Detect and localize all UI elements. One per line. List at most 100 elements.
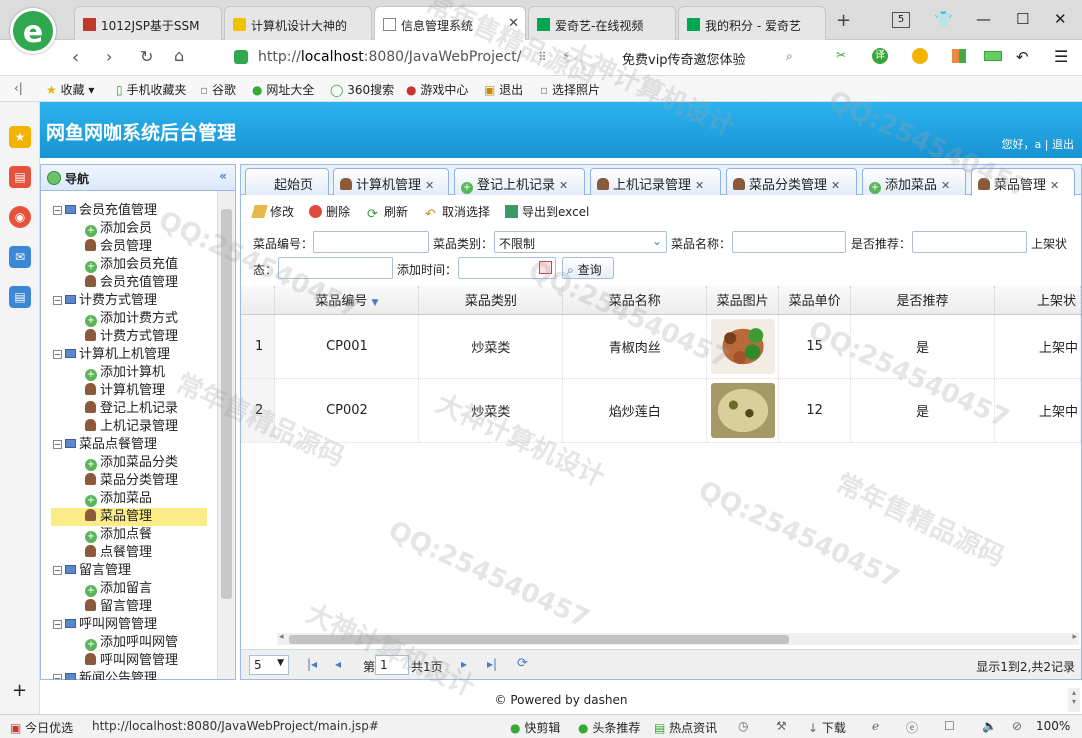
home-icon[interactable]: ⌂ xyxy=(174,46,184,65)
query-button[interactable]: ⌕ 查询 xyxy=(562,257,614,279)
recommend-input[interactable] xyxy=(912,231,1027,253)
browser-tab-5[interactable]: 我的积分 - 爱奇艺 xyxy=(678,6,826,40)
nav-item[interactable]: 计算机管理 xyxy=(51,382,207,400)
collapse-toggle-icon[interactable]: − xyxy=(53,620,62,629)
undo-icon[interactable]: ↶ xyxy=(1016,48,1029,66)
first-page-icon[interactable]: |◂ xyxy=(307,657,317,671)
back-icon[interactable]: ‹ xyxy=(72,47,79,68)
collapse-toggle-icon[interactable]: − xyxy=(53,440,62,449)
new-tab-icon[interactable]: + xyxy=(836,10,851,31)
dish-no-input[interactable] xyxy=(313,231,429,253)
close-tab-icon[interactable]: ✕ xyxy=(508,16,519,31)
close-tab-icon[interactable]: ✕ xyxy=(695,179,704,192)
add-icon[interactable]: + xyxy=(12,680,27,701)
scroll-right-icon[interactable]: ▸ xyxy=(1072,632,1077,642)
battery-icon[interactable] xyxy=(984,51,1002,61)
nav-item[interactable]: 点餐管理 xyxy=(51,544,207,562)
unselect-button[interactable]: ↶ 取消选择 xyxy=(425,203,490,221)
dish-type-select[interactable]: 不限制 ⌄ xyxy=(494,231,667,253)
menu-icon[interactable]: ☰ xyxy=(1054,47,1068,66)
prev-page-icon[interactable]: ◂ xyxy=(335,657,341,671)
mail-icon[interactable]: ✉ xyxy=(9,246,31,268)
bookmark-google[interactable]: ▫ 谷歌 xyxy=(200,81,236,98)
delete-button[interactable]: 删除 xyxy=(309,203,350,220)
nav-group[interactable]: − 计算机上机管理 xyxy=(53,346,170,364)
status-item-headlines[interactable]: ● 头条推荐 xyxy=(578,719,640,736)
collapse-toggle-icon[interactable]: − xyxy=(53,206,62,215)
reload-icon[interactable]: ↻ xyxy=(140,47,153,66)
nav-item[interactable]: 登记上机记录 xyxy=(51,400,207,418)
column-header[interactable]: 菜品单价 xyxy=(778,286,852,315)
close-tab-icon[interactable]: ✕ xyxy=(1050,179,1059,192)
tab-count-badge[interactable]: 5 xyxy=(892,12,910,28)
bookmark-favorites[interactable]: ★ 收藏 ▾ xyxy=(46,81,94,98)
edit-button[interactable]: 修改 xyxy=(251,203,294,220)
nav-item[interactable]: 菜品分类管理 xyxy=(51,472,207,490)
last-page-icon[interactable]: ▸| xyxy=(487,657,497,671)
translate-icon[interactable]: 译 xyxy=(872,48,888,64)
maximize-icon[interactable]: ☐ xyxy=(1016,10,1029,28)
bookmark-mobile[interactable]: ▯ 手机收藏夹 xyxy=(116,81,186,98)
browser-tab-2[interactable]: 计算机设计大神的 xyxy=(224,6,372,40)
tab-computer-manage[interactable]: 计算机管理 ✕ xyxy=(333,168,449,195)
collapse-toggle-icon[interactable]: − xyxy=(53,674,62,680)
tab-record-manage[interactable]: 上机记录管理 ✕ xyxy=(590,168,721,195)
nav-group[interactable]: − 留言管理 xyxy=(53,562,131,580)
next-page-icon[interactable]: ▸ xyxy=(461,657,467,671)
nav-scrollbar[interactable] xyxy=(217,191,235,679)
nav-item[interactable]: 留言管理 xyxy=(51,598,207,616)
minimize-icon[interactable]: — xyxy=(976,10,991,28)
nav-item[interactable]: 会员充值管理 xyxy=(51,274,207,292)
tab-register-record[interactable]: + 登记上机记录 ✕ xyxy=(454,168,585,195)
horizontal-scroll-thumb[interactable] xyxy=(289,635,789,644)
nav-item[interactable]: + 添加会员充值 xyxy=(51,256,207,274)
tab-dish-manage[interactable]: 菜品管理 ✕ xyxy=(971,168,1075,196)
status-input[interactable] xyxy=(278,257,393,279)
status-item-clip[interactable]: ● 快剪辑 xyxy=(510,719,560,736)
close-tab-icon[interactable]: ✕ xyxy=(425,179,434,192)
nav-scroll-thumb[interactable] xyxy=(221,209,232,599)
news-icon[interactable]: ▤ xyxy=(9,166,31,188)
column-header[interactable]: 是否推荐 xyxy=(850,286,995,315)
bookmark-360[interactable]: ◯ 360搜索 xyxy=(330,81,394,98)
refresh-button[interactable]: ⟳ 刷新 xyxy=(367,203,408,221)
lightning-icon[interactable]: ⚡ xyxy=(562,49,570,63)
status-item-download[interactable]: ↓ 下载 xyxy=(808,719,846,736)
footer-scrollbar[interactable]: ▴ ▾ xyxy=(1068,688,1080,712)
bookmark-games[interactable]: ● 游戏中心 xyxy=(406,81,468,98)
window-icon[interactable]: ☐ xyxy=(944,719,955,733)
tab-dish-category-manage[interactable]: 菜品分类管理 ✕ xyxy=(726,168,857,195)
browser-icon[interactable]: ⓔ xyxy=(906,719,918,736)
bookmark-photos[interactable]: ▫ 选择照片 xyxy=(540,81,600,98)
status-item-hot[interactable]: ▤ 热点资讯 xyxy=(654,719,717,736)
coin-icon[interactable] xyxy=(912,48,928,64)
table-row[interactable]: 2 CP002 炒菜类 焰炒莲白 12 是 上架中 xyxy=(241,378,1081,443)
nav-item[interactable]: 上机记录管理 xyxy=(51,418,207,436)
favorites-star-icon[interactable]: ★ xyxy=(9,126,31,148)
nav-item[interactable]: 会员管理 xyxy=(51,238,207,256)
nav-item[interactable]: + 添加菜品 xyxy=(51,490,207,508)
collapse-toggle-icon[interactable]: − xyxy=(53,296,62,305)
sidebar-toggle-icon[interactable]: ‹| xyxy=(14,81,23,95)
nav-group[interactable]: − 新闻公告管理 xyxy=(53,670,157,680)
forward-icon[interactable]: › xyxy=(106,47,112,66)
close-tab-icon[interactable]: ✕ xyxy=(831,179,840,192)
logout-link[interactable]: 退出 xyxy=(1052,138,1074,151)
promo-text[interactable]: 免费vip传奇邀您体验 xyxy=(622,49,746,68)
nav-group[interactable]: − 计费方式管理 xyxy=(53,292,157,310)
scissors-icon[interactable]: ✂ xyxy=(836,48,846,62)
close-window-icon[interactable]: ✕ xyxy=(1054,10,1067,28)
horizontal-scrollbar[interactable]: ◂ ▸ xyxy=(277,632,1079,645)
tab-add-dish[interactable]: + 添加菜品 ✕ xyxy=(862,168,966,195)
nav-item[interactable]: 呼叫网管管理 xyxy=(51,652,207,670)
document-icon[interactable]: ▤ xyxy=(9,286,31,308)
collapse-icon[interactable]: « xyxy=(219,169,227,183)
nav-item[interactable]: 计费方式管理 xyxy=(51,328,207,346)
page-number-input[interactable]: 1 xyxy=(375,655,409,675)
nav-item[interactable]: + 添加计费方式 xyxy=(51,310,207,328)
url-field[interactable]: http://localhost:8080/JavaWebProject/ xyxy=(228,45,608,71)
column-header[interactable]: 菜品图片 xyxy=(706,286,780,315)
nav-item[interactable]: + 添加呼叫网管 xyxy=(51,634,207,652)
nav-item[interactable]: + 添加留言 xyxy=(51,580,207,598)
bookmark-exit[interactable]: ▣ 退出 xyxy=(484,81,523,98)
